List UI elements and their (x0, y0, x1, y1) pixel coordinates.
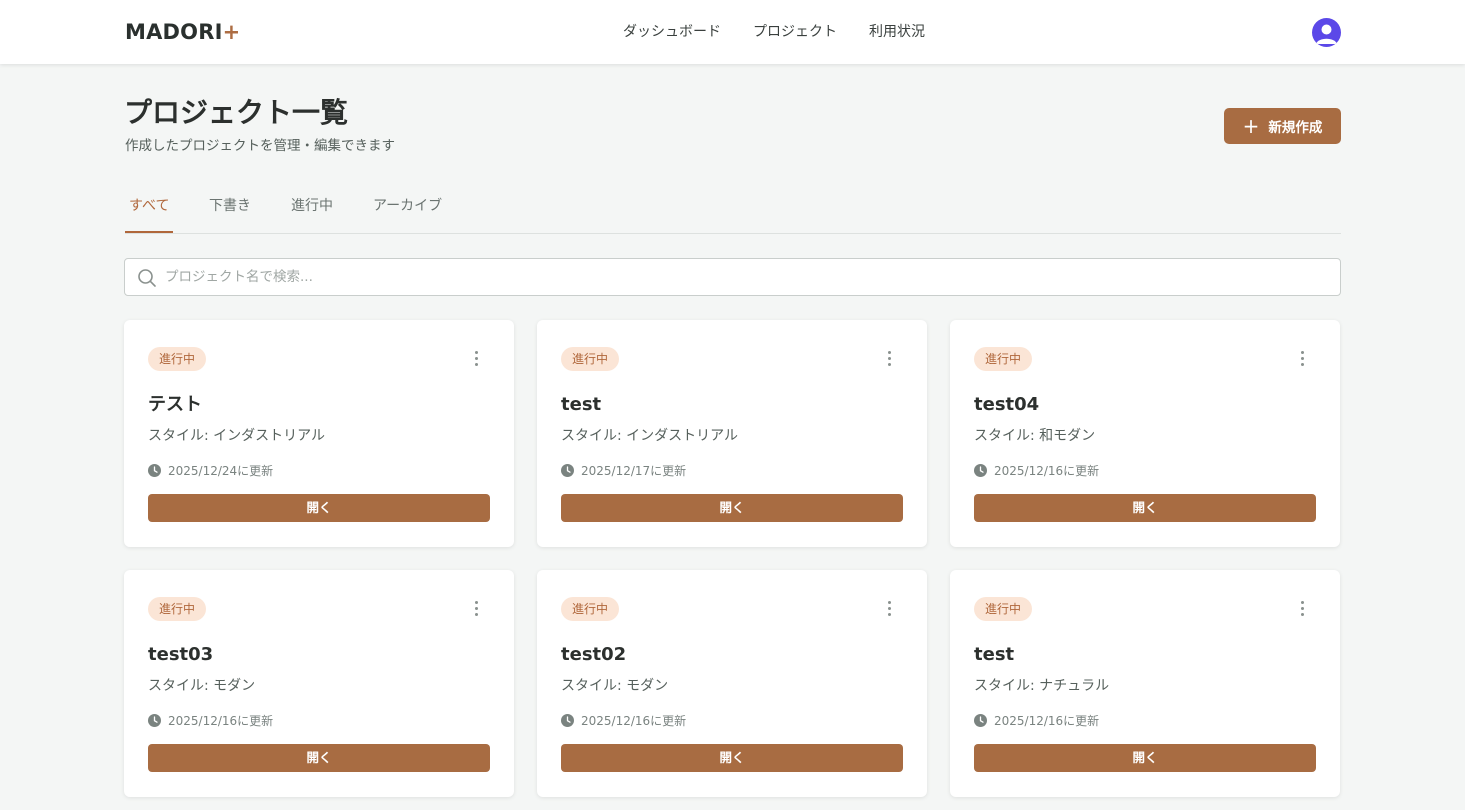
more-options-icon[interactable] (470, 349, 482, 369)
clock-icon (148, 463, 161, 477)
clock-icon (974, 463, 987, 477)
project-card[interactable]: 進行中 test スタイル: ナチュラル 2025/12/16に更新 開く (950, 570, 1340, 797)
updated-date-text: 2025/12/24に更新 (168, 463, 274, 478)
project-card[interactable]: 進行中 test04 スタイル: 和モダン 2025/12/16に更新 開く (950, 320, 1340, 547)
status-badge: 進行中 (148, 597, 207, 621)
project-name: test03 (148, 644, 214, 665)
tab-all[interactable]: すべて (129, 196, 169, 216)
nav-item-dashboard[interactable]: ダッシュボード (623, 21, 721, 43)
project-name: テスト (148, 394, 202, 415)
updated-date-text: 2025/12/16に更新 (994, 463, 1100, 478)
status-badge: 進行中 (974, 597, 1033, 621)
open-project-button[interactable]: 開く (974, 494, 1316, 522)
updated-date: 2025/12/16に更新 (148, 711, 273, 729)
clock-icon (148, 713, 161, 727)
project-style: スタイル: インダストリアル (148, 428, 326, 444)
open-project-button[interactable]: 開く (148, 494, 490, 522)
plus-icon: + (1242, 114, 1260, 138)
updated-date: 2025/12/16に更新 (561, 711, 686, 729)
project-style: スタイル: インダストリアル (561, 428, 739, 444)
new-project-button[interactable]: + 新規作成 (1224, 108, 1341, 144)
top-header: MADORI+ ダッシュボード プロジェクト 利用状況 (0, 0, 1465, 64)
project-name: test (561, 394, 602, 415)
new-project-label: 新規作成 (1268, 120, 1323, 136)
tab-archive[interactable]: アーカイブ (373, 196, 442, 216)
project-style: スタイル: モダン (561, 678, 669, 694)
project-style: スタイル: ナチュラル (974, 678, 1110, 694)
project-tabs: すべて 下書き 進行中 アーカイブ (125, 186, 1341, 234)
project-card[interactable]: 進行中 test02 スタイル: モダン 2025/12/16に更新 開く (537, 570, 927, 797)
more-options-icon[interactable] (1296, 599, 1308, 619)
project-name: test02 (561, 644, 627, 665)
project-style: スタイル: 和モダン (974, 428, 1096, 444)
open-project-button[interactable]: 開く (561, 494, 903, 522)
clock-icon (974, 713, 987, 727)
project-name: test04 (974, 394, 1040, 415)
more-options-icon[interactable] (1296, 349, 1308, 369)
active-tab-indicator (125, 231, 173, 233)
updated-date: 2025/12/17に更新 (561, 461, 686, 479)
project-style: スタイル: モダン (148, 678, 256, 694)
user-avatar-icon[interactable] (1312, 18, 1341, 47)
open-project-button[interactable]: 開く (561, 744, 903, 772)
status-badge: 進行中 (148, 347, 207, 371)
status-badge: 進行中 (974, 347, 1033, 371)
page-title: プロジェクト一覧 (124, 96, 349, 129)
updated-date: 2025/12/16に更新 (974, 461, 1099, 479)
open-project-button[interactable]: 開く (148, 744, 490, 772)
page-subtitle: 作成したプロジェクトを管理・編集できます (125, 138, 395, 154)
tab-draft[interactable]: 下書き (209, 196, 251, 216)
search-box (124, 258, 1341, 296)
project-card[interactable]: 進行中 test スタイル: インダストリアル 2025/12/17に更新 開く (537, 320, 927, 547)
status-badge: 進行中 (561, 347, 620, 371)
updated-date-text: 2025/12/17に更新 (581, 463, 687, 478)
tab-in-progress[interactable]: 進行中 (291, 196, 333, 216)
project-name: test (974, 644, 1015, 665)
status-badge: 進行中 (561, 597, 620, 621)
user-silhouette-icon (1316, 24, 1337, 44)
updated-date: 2025/12/24に更新 (148, 461, 273, 479)
more-options-icon[interactable] (883, 599, 895, 619)
updated-date-text: 2025/12/16に更新 (994, 713, 1100, 728)
clock-icon (561, 463, 574, 477)
nav-item-projects[interactable]: プロジェクト (753, 21, 837, 43)
updated-date-text: 2025/12/16に更新 (168, 713, 274, 728)
updated-date-text: 2025/12/16に更新 (581, 713, 687, 728)
search-icon (138, 269, 156, 287)
updated-date: 2025/12/16に更新 (974, 711, 1099, 729)
nav-item-usage[interactable]: 利用状況 (869, 21, 925, 43)
project-card[interactable]: 進行中 test03 スタイル: モダン 2025/12/16に更新 開く (124, 570, 514, 797)
main-nav: ダッシュボード プロジェクト 利用状況 (0, 21, 1465, 43)
open-project-button[interactable]: 開く (974, 744, 1316, 772)
project-card[interactable]: 進行中 テスト スタイル: インダストリアル 2025/12/24に更新 開く (124, 320, 514, 547)
more-options-icon[interactable] (470, 599, 482, 619)
search-input[interactable] (165, 259, 1325, 295)
more-options-icon[interactable] (883, 349, 895, 369)
clock-icon (561, 713, 574, 727)
